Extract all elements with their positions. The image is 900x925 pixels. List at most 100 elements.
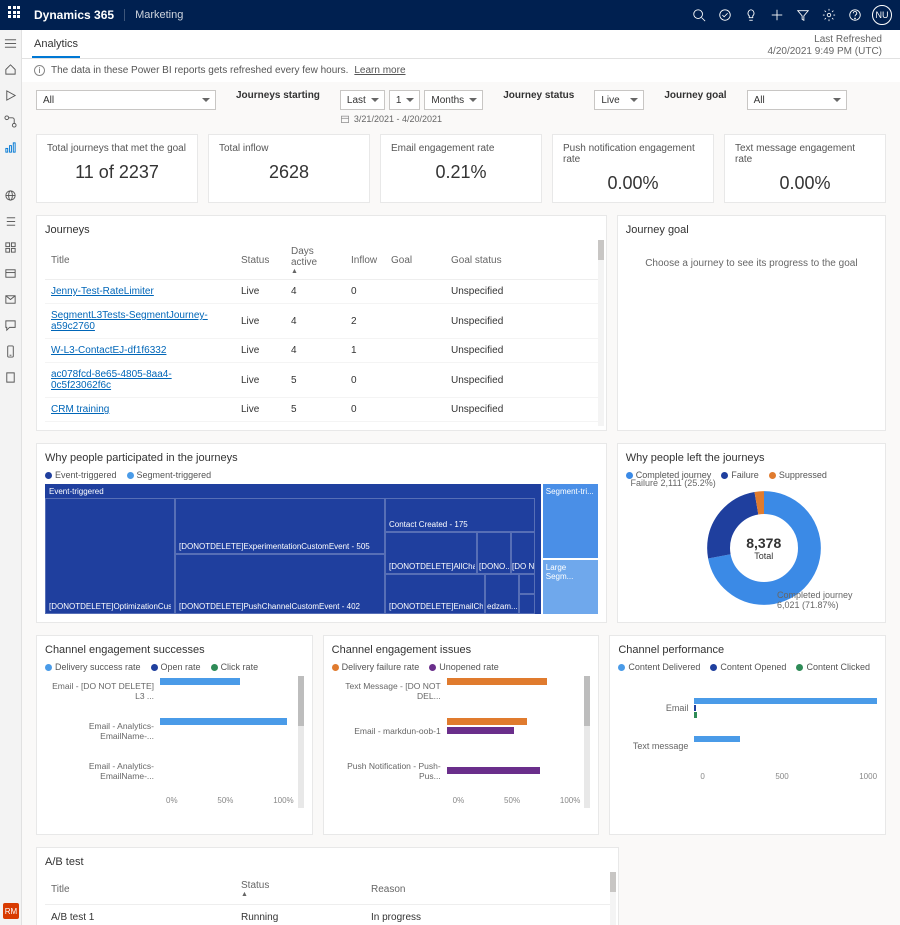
learn-more-link[interactable]: Learn more [354, 65, 405, 76]
grid-icon[interactable] [4, 240, 18, 254]
tm-cell: Large Segm... [543, 560, 598, 614]
info-icon: i [34, 65, 45, 76]
tm-cell: [DO N... [512, 562, 534, 571]
legend-item: Content Clicked [806, 662, 870, 672]
kpi-label: Push notification engagement rate [563, 143, 703, 165]
mail-icon[interactable] [4, 292, 18, 306]
col-goal[interactable]: Goal [385, 242, 445, 280]
date-range-text: 3/21/2021 - 4/20/2021 [354, 114, 442, 124]
top-bar: Dynamics 365 Marketing NU [0, 0, 900, 30]
filter-journeys-starting-label: Journeys starting [236, 90, 320, 101]
col-title[interactable]: Title [45, 242, 235, 280]
tm-header: Event-triggered [49, 487, 104, 496]
axis-label: Text message [618, 741, 694, 751]
globe-icon[interactable] [4, 188, 18, 202]
play-icon[interactable] [4, 88, 18, 102]
search-icon[interactable] [686, 0, 712, 30]
col-inflow[interactable]: Inflow [345, 242, 385, 280]
card-title: Journey goal [626, 224, 877, 236]
brand-label: Dynamics 365 [34, 8, 114, 22]
tab-analytics[interactable]: Analytics [32, 34, 80, 58]
list-icon[interactable] [4, 214, 18, 228]
table-row[interactable]: CRM trainingLive50Unspecified [45, 398, 598, 422]
filter-num[interactable]: 1 [389, 90, 421, 110]
table-row[interactable]: A/B test 1RunningIn progress [45, 905, 610, 925]
filter-status[interactable]: Live [594, 90, 644, 110]
col-status[interactable]: Status▲ [235, 874, 365, 905]
legend-item: Event-triggered [55, 470, 117, 480]
treemap-chart[interactable]: Event-triggered [DONOTDELETE]Optimizatio… [45, 484, 598, 614]
bar-chart[interactable]: Text Message - [DO NOT DEL...Email - mar… [332, 676, 591, 826]
journey-link[interactable]: CRM training [51, 404, 109, 415]
kpi-label: Total journeys that met the goal [47, 143, 187, 154]
scrollbar[interactable] [610, 872, 616, 925]
donut-total: 8,378 [746, 535, 781, 551]
journey-link[interactable]: SegmentL3Tests-SegmentJourney-a59c2760 [51, 310, 208, 332]
filter-bar: All Journeys starting Last 1 Months 3/21… [22, 82, 900, 128]
kpi-value: 0.00% [563, 165, 703, 194]
card-title: Channel engagement issues [332, 644, 591, 656]
filter-goal[interactable]: All [747, 90, 847, 110]
journey-link[interactable]: Jenny-Test-RateLimiter [51, 286, 154, 297]
app-launcher-icon[interactable] [8, 6, 26, 24]
table-row[interactable]: W-L3-ContactEJ-df1f6332Live41Unspecified [45, 339, 598, 363]
filter-last[interactable]: Last [340, 90, 385, 110]
last-refreshed-label: Last Refreshed [768, 34, 883, 46]
left-nav-rail: RM [0, 30, 22, 925]
kpi-card: Text message engagement rate0.00% [724, 134, 886, 203]
scrollbar[interactable] [584, 676, 590, 808]
tm-cell: edzam... [487, 602, 517, 611]
flow-icon[interactable] [4, 114, 18, 128]
channel-performance-card: Channel performance Content Delivered Co… [609, 635, 886, 835]
gear-icon[interactable] [816, 0, 842, 30]
book-icon[interactable] [4, 370, 18, 384]
journey-goal-card: Journey goal Choose a journey to see its… [617, 215, 886, 431]
home-icon[interactable] [4, 62, 18, 76]
axis-label: Push Notification - Push-Pus... [332, 761, 447, 781]
col-status[interactable]: Status [235, 242, 285, 280]
table-row[interactable]: SegmentL3Tests-SegmentJourney-a59c2760Li… [45, 304, 598, 339]
kpi-card: Total journeys that met the goal11 of 22… [36, 134, 198, 203]
col-goal-status[interactable]: Goal status [445, 242, 598, 280]
task-icon[interactable] [712, 0, 738, 30]
table-row[interactable]: ac078fcd-8e65-4805-8aa4-0c5f23062f6cLive… [45, 363, 598, 398]
axis-label: Email - [DO NOT DELETE] L3 ... [45, 681, 160, 701]
abtest-table: Title Status▲ Reason A/B test 1RunningIn… [45, 874, 610, 925]
help-icon[interactable] [842, 0, 868, 30]
tm-cell: [DONOTDELETE]EmailCh... [389, 602, 483, 611]
card-title: Why people participated in the journeys [45, 452, 598, 464]
table-row[interactable]: Jenny-Test-RateLimiterLive40Unspecified [45, 280, 598, 304]
tick: 100% [273, 796, 293, 805]
filter-status-label: Journey status [503, 90, 574, 101]
col-reason[interactable]: Reason [365, 874, 610, 905]
scrollbar[interactable] [298, 676, 304, 808]
avatar[interactable]: NU [872, 5, 892, 25]
phone-icon[interactable] [4, 344, 18, 358]
analytics-icon[interactable] [4, 140, 18, 154]
card-icon[interactable] [4, 266, 18, 280]
legend: Delivery success rate Open rate Click ra… [45, 662, 304, 672]
channel-issues-card: Channel engagement issues Delivery failu… [323, 635, 600, 835]
tick: 500 [775, 772, 788, 781]
tick: 1000 [859, 772, 877, 781]
journey-link[interactable]: W-L3-ContactEJ-df1f6332 [51, 345, 166, 356]
rm-badge[interactable]: RM [3, 903, 19, 919]
plus-icon[interactable] [764, 0, 790, 30]
info-text: The data in these Power BI reports gets … [51, 65, 348, 76]
bar-chart[interactable]: Email Text message 05001000 [618, 676, 877, 806]
col-days[interactable]: Days active▲ [285, 242, 345, 280]
scrollbar[interactable] [598, 240, 604, 426]
lightbulb-icon[interactable] [738, 0, 764, 30]
bar-chart[interactable]: Email - [DO NOT DELETE] L3 ... Email - An… [45, 676, 304, 826]
tm-cell: [DONOTDELETE]PushChannelCustomEvent - 40… [179, 602, 379, 611]
col-title[interactable]: Title [45, 874, 235, 905]
kpi-row: Total journeys that met the goal11 of 22… [22, 128, 900, 209]
filter-icon[interactable] [790, 0, 816, 30]
menu-icon[interactable] [4, 36, 18, 50]
journey-link[interactable]: ac078fcd-8e65-4805-8aa4-0c5f23062f6c [51, 369, 172, 391]
axis-label: Email - Analytics-EmailName-... [45, 761, 160, 781]
filter-unit[interactable]: Months [424, 90, 483, 110]
chat-icon[interactable] [4, 318, 18, 332]
kpi-card: Push notification engagement rate0.00% [552, 134, 714, 203]
filter-all[interactable]: All [36, 90, 216, 110]
